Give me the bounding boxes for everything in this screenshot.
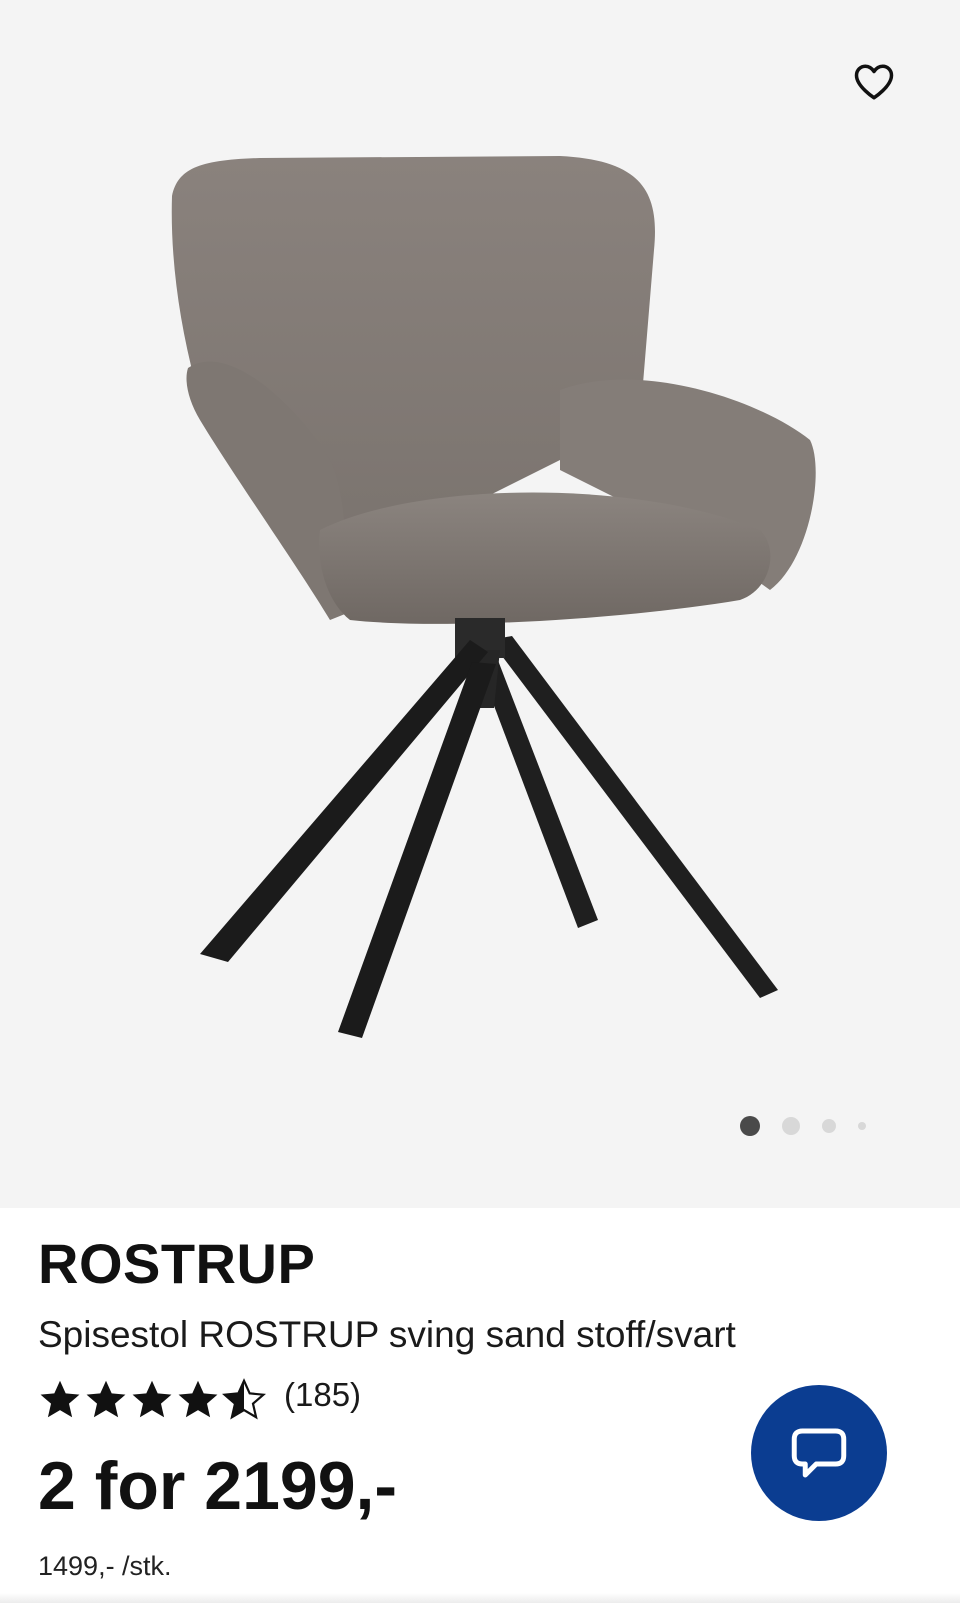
chat-bubble-icon [791, 1428, 847, 1478]
unit-price: 1499,- /stk. [38, 1551, 172, 1581]
product-info: ROSTRUP Spisestol ROSTRUP sving sand sto… [0, 1208, 960, 1603]
product-image-gallery[interactable] [0, 0, 960, 1208]
heart-outline-icon [854, 64, 894, 100]
product-image [171, 156, 816, 1038]
carousel-dot[interactable] [822, 1119, 836, 1133]
star-icon [178, 1380, 218, 1418]
star-icon [86, 1380, 126, 1418]
product-subtitle: Spisestol ROSTRUP sving sand stoff/svart [38, 1314, 736, 1355]
carousel-dot[interactable] [782, 1117, 800, 1135]
review-count[interactable]: (185) [284, 1378, 361, 1411]
product-price: 2 for 2199,- [38, 1448, 398, 1524]
favorite-button[interactable] [848, 56, 900, 108]
chat-button[interactable] [751, 1385, 887, 1521]
star-half-icon [222, 1378, 266, 1420]
carousel-pagination [740, 1116, 866, 1136]
carousel-dot[interactable] [858, 1122, 866, 1130]
carousel-dot-active[interactable] [740, 1116, 760, 1136]
rating-stars [38, 1378, 268, 1422]
star-icon [40, 1380, 80, 1418]
star-icon [132, 1380, 172, 1418]
product-brand: ROSTRUP [38, 1232, 316, 1295]
rating[interactable]: (185) [38, 1378, 361, 1422]
bottom-edge [0, 1593, 960, 1603]
